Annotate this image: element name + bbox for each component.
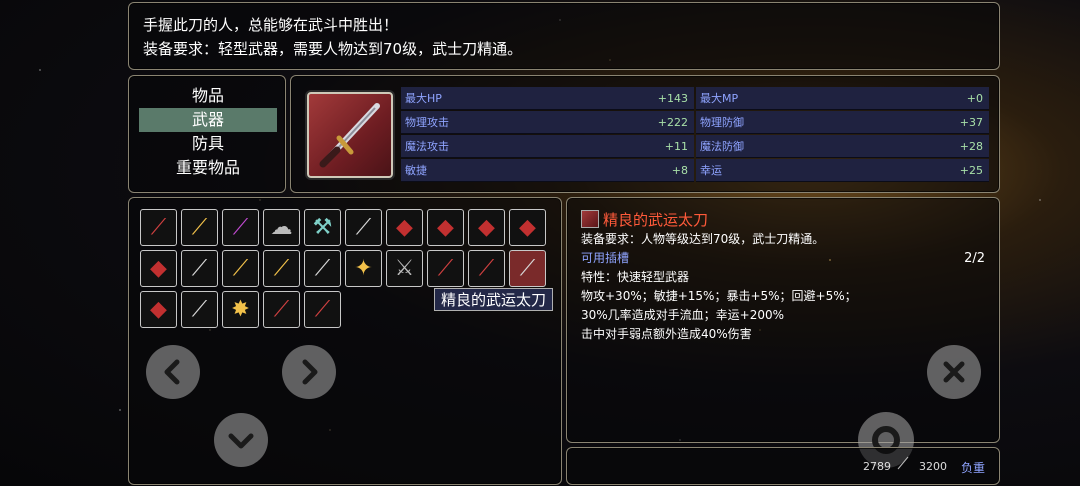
stat-max-hp: 最大HP +143 [401,87,694,110]
item-description-panel: 手握此刀的人，总能够在武斗中胜出！ 装备要求：轻型武器，需要人物达到70级，武士… [128,2,1000,70]
inventory-slot[interactable]: ⟋ [263,250,300,287]
armor-box-icon: ◆ [396,214,413,240]
close-icon [943,361,965,383]
chevron-down-icon [228,433,254,449]
spear-icon: ⟋ [191,255,208,281]
katana-icon: ⟋ [150,214,167,240]
category-armor[interactable]: 防具 [139,132,277,156]
dagger-icon: ⟋ [314,255,331,281]
next-page-button[interactable] [282,345,336,399]
smoke-icon: ☁ [270,214,293,240]
inventory-slot[interactable]: ⚒ [304,209,341,246]
scroll-down-button[interactable] [214,413,268,467]
chevron-right-icon [302,359,318,385]
close-button[interactable] [927,345,981,399]
inventory-slot[interactable]: ⟋ [181,209,218,246]
inventory-slot[interactable]: ⟋ [345,209,382,246]
item-name: 精良的武运太刀 [603,210,709,229]
inventory-slot[interactable]: ⟋ [140,209,177,246]
inventory-slot[interactable]: ⚔ [386,250,423,287]
category-weapons[interactable]: 武器 [139,108,277,132]
inventory-slot[interactable]: ⟋ [222,250,259,287]
slash-divider [897,456,909,470]
stat-max-mp: 最大MP +0 [696,87,989,110]
inventory-slot[interactable]: ◆ [140,250,177,287]
inventory-slot[interactable]: ◆ [140,291,177,328]
weight-label: 负重 [961,461,986,475]
red-blade-icon: ⟋ [478,255,495,281]
inventory-slot[interactable]: ☁ [263,209,300,246]
armor-box-icon: ◆ [478,214,495,240]
inventory-slot[interactable]: ⟋ [181,250,218,287]
item-requirement: 装备要求：人物等级达到70级，武士刀精通。 [581,232,825,246]
inventory-slot[interactable]: ⟋ [263,291,300,328]
purple-staff-icon: ⟋ [232,214,249,240]
inventory-slot[interactable]: ⟋ [468,250,505,287]
inventory-slot-selected[interactable]: ⟋ [509,250,546,287]
golden-sword-icon: ⟋ [232,255,249,281]
inventory-slot[interactable]: ◆ [386,209,423,246]
category-key-items[interactable]: 重要物品 [139,156,277,180]
previous-page-button[interactable] [146,345,200,399]
weight-panel: 2789 3200 负重 [566,447,1000,485]
available-slots-label: 可用插槽 [581,251,630,265]
stats-panel: 最大HP +143 最大MP +0 物理攻击 +222 物理防御 +37 魔法攻… [290,75,1000,193]
stat-magic-attack: 魔法攻击 +11 [401,135,694,158]
chevron-left-icon [164,359,180,385]
torch-staff-icon: ⟋ [191,214,208,240]
inventory-slot[interactable]: ◆ [468,209,505,246]
description-line-1: 手握此刀的人，总能够在武斗中胜出！ [143,16,399,34]
katana-icon: ⟋ [519,255,536,281]
inventory-slot[interactable]: ⟋ [304,250,341,287]
category-items[interactable]: 物品 [139,84,277,108]
inventory-slot[interactable]: ✸ [222,291,259,328]
item-bonus-3: 击中对手弱点额外造成40%伤害 [581,327,752,341]
battle-axe-icon: ⚔ [394,255,415,281]
golden-burst-icon: ✸ [231,296,250,322]
available-slots-count: 2/2 [964,251,985,266]
armor-box-icon: ◆ [150,255,167,281]
stat-magic-defense: 魔法防御 +28 [696,135,989,158]
inventory-slot[interactable]: ◆ [427,209,464,246]
inventory-slot[interactable]: ◆ [509,209,546,246]
katana-icon [319,103,380,168]
light-blade-icon: ⟋ [191,296,208,322]
golden-sword-icon: ⟋ [273,255,290,281]
category-menu: 物品 武器 防具 重要物品 [128,75,286,193]
armor-box-icon: ◆ [150,296,167,322]
inventory-slot[interactable]: ⟋ [222,209,259,246]
available-slots-row: 可用插槽 2/2 [581,249,985,268]
item-tooltip: 精良的武运太刀 [434,288,554,311]
inventory-panel: ⟋ ⟋ ⟋ ☁ ⚒ ⟋ ◆ ◆ ◆ ◆ ◆ ⟋ ⟋ ⟋ ⟋ ✦ ⚔ ⟋ ⟋ ⟋ … [128,197,562,485]
inventory-slot[interactable]: ✦ [345,250,382,287]
red-blade-icon: ⟋ [314,296,331,322]
armor-box-icon: ◆ [519,214,536,240]
inventory-slot[interactable]: ⟋ [304,291,341,328]
stat-agility: 敏捷 +8 [401,159,694,182]
item-bonus-2: 30%几率造成对手流血；幸运+200% [581,308,785,322]
mace-icon: ✦ [354,255,373,281]
axe-icon: ⚒ [312,214,333,240]
stat-physical-attack: 物理攻击 +222 [401,111,694,134]
weight-max: 3200 [919,460,947,473]
selected-item-icon [307,92,393,178]
inventory-slot[interactable]: ⟋ [427,250,464,287]
red-blade-icon: ⟋ [273,296,290,322]
item-detail-panel: 精良的武运太刀 装备要求：人物等级达到70级，武士刀精通。 可用插槽 2/2 特… [566,197,1000,443]
armor-box-icon: ◆ [437,214,454,240]
stat-luck: 幸运 +25 [696,159,989,182]
item-bonus-1: 物攻+30%；敏捷+15%；暴击+5%；回避+5%； [581,289,857,303]
item-title: 精良的武运太刀 [581,208,985,230]
red-blade-icon: ⟋ [437,255,454,281]
dagger-icon: ⟋ [355,214,372,240]
stat-physical-defense: 物理防御 +37 [696,111,989,134]
weight-current: 2789 [863,460,891,473]
item-trait: 特性：快速轻型武器 [581,270,690,284]
item-mini-icon [581,210,599,228]
inventory-slot[interactable]: ⟋ [181,291,218,328]
description-line-2: 装备要求：轻型武器，需要人物达到70级，武士刀精通。 [143,40,523,58]
